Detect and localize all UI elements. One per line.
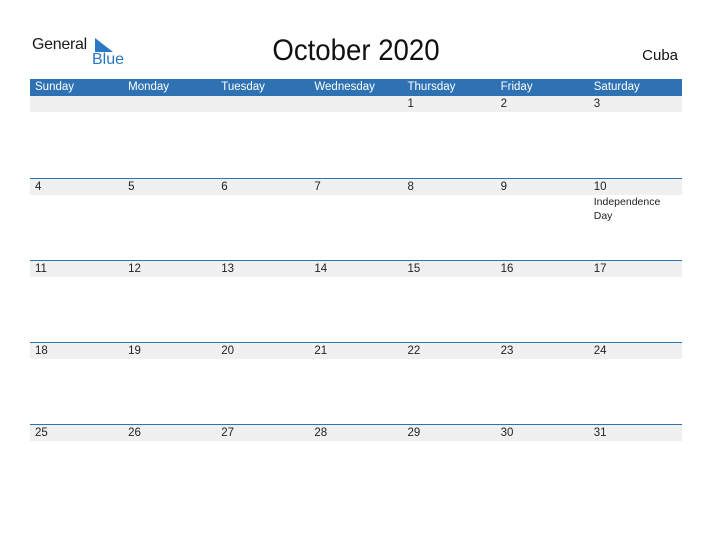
day-cell: 27 [221, 427, 235, 439]
weekday-thursday: Thursday [407, 81, 456, 93]
day-cell: 24 [593, 345, 607, 357]
date-number-row: 25 26 27 28 29 30 31 [30, 425, 682, 441]
day-cell: 16 [500, 263, 514, 275]
day-cell: 7 [314, 181, 321, 193]
day-cell: 18 [35, 345, 48, 357]
weekday-tuesday: Tuesday [221, 81, 265, 93]
day-cell: 30 [500, 427, 514, 439]
country-label: Cuba [642, 47, 678, 64]
weekday-wednesday: Wednesday [314, 81, 375, 93]
day-cell: 26 [128, 427, 141, 439]
week-row: 25 26 27 28 29 30 31 [30, 424, 682, 506]
day-cell: 22 [407, 345, 421, 357]
day-cell [216, 96, 309, 112]
day-cell: 21 [314, 345, 328, 357]
weekday-saturday: Saturday [593, 81, 640, 93]
day-cell: 25 [35, 427, 48, 439]
day-cell: 1 [407, 98, 414, 110]
day-cell [123, 96, 216, 112]
date-number-row: 11 12 13 14 15 16 17 [30, 261, 682, 277]
holiday-label [309, 195, 402, 223]
day-cell: 19 [128, 345, 141, 357]
calendar-title: October 2020 [272, 34, 440, 67]
day-cell [30, 96, 123, 112]
week-row: 18 19 20 21 22 23 24 [30, 342, 682, 424]
day-cell: 31 [593, 427, 607, 439]
date-number-row: 4 5 6 7 8 9 10 [30, 179, 682, 195]
weekday-header: Sunday Monday Tuesday Wednesday Thursday… [30, 79, 682, 96]
day-cell: 13 [221, 263, 235, 275]
day-cell: 5 [128, 181, 135, 193]
holiday-label [123, 195, 216, 223]
week-row: 11 12 13 14 15 16 17 [30, 260, 682, 342]
day-cell: 23 [500, 345, 514, 357]
weekday-friday: Friday [500, 81, 533, 93]
week-row: 1 2 3 [30, 96, 682, 178]
holiday-label [216, 195, 309, 223]
day-cell: 17 [593, 263, 607, 275]
date-number-row: 1 2 3 [30, 96, 682, 112]
day-cell: 8 [407, 181, 414, 193]
day-cell: 6 [221, 181, 228, 193]
day-cell: 4 [35, 181, 42, 193]
week-row: 4 5 6 7 8 9 10 Independence Day [30, 178, 682, 260]
holiday-label [30, 195, 123, 223]
day-cell: 29 [407, 427, 421, 439]
day-cell: 2 [500, 98, 508, 110]
day-cell: 28 [314, 427, 328, 439]
day-cell: 15 [407, 263, 421, 275]
day-cell: 11 [35, 263, 47, 275]
day-cell: 9 [500, 181, 508, 193]
date-number-row: 18 19 20 21 22 23 24 [30, 343, 682, 359]
day-cell: 12 [128, 263, 141, 275]
holiday-label: Independence Day [593, 196, 661, 222]
day-cell: 10 [593, 181, 607, 193]
events-row: Independence Day [30, 195, 682, 223]
day-cell [309, 96, 402, 112]
day-cell: 20 [221, 345, 235, 357]
calendar-grid: Sunday Monday Tuesday Wednesday Thursday… [30, 79, 682, 506]
weekday-monday: Monday [128, 81, 170, 93]
day-cell: 3 [593, 98, 601, 110]
holiday-label [403, 195, 496, 223]
holiday-label [496, 195, 589, 223]
day-cell: 14 [314, 263, 328, 275]
weekday-sunday: Sunday [35, 81, 75, 93]
